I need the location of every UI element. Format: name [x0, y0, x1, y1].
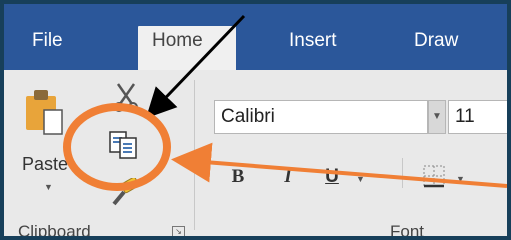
- paste-label: Paste: [22, 154, 69, 174]
- tab-draw[interactable]: Draw: [400, 26, 472, 70]
- clipboard-launcher-icon[interactable]: ↘: [172, 226, 185, 236]
- clipboard-group-label: Clipboard: [18, 222, 91, 236]
- app-frame: File Home Insert Draw Paste ▼ Clipboard …: [4, 4, 507, 236]
- paste-button[interactable]: Paste ▼: [22, 86, 69, 192]
- font-size-field[interactable]: 11: [448, 100, 507, 134]
- paste-icon: [26, 90, 63, 135]
- format-painter-icon[interactable]: [108, 178, 142, 208]
- underline-dropdown-caret[interactable]: ▼: [356, 174, 365, 184]
- underline-button[interactable]: U: [320, 166, 344, 188]
- tab-home[interactable]: Home: [138, 26, 236, 70]
- cut-icon[interactable]: [112, 82, 140, 112]
- font-name-field[interactable]: Calibri: [214, 100, 428, 134]
- copy-icon[interactable]: [108, 130, 142, 160]
- bold-button[interactable]: B: [226, 166, 250, 188]
- font-divider: [402, 158, 403, 188]
- ribbon-home: Paste ▼ Clipboard ↘ Calibri ▼ 11 B I U ▼…: [4, 70, 507, 236]
- font-group-label: Font: [390, 222, 425, 236]
- borders-icon[interactable]: [422, 164, 448, 190]
- group-divider: [194, 80, 195, 230]
- ribbon-tab-bar: File Home Insert Draw: [4, 4, 507, 70]
- tab-file[interactable]: File: [18, 26, 77, 70]
- tab-insert[interactable]: Insert: [275, 26, 351, 70]
- font-name-dropdown[interactable]: ▼: [428, 100, 446, 134]
- paste-dropdown-caret[interactable]: ▼: [44, 182, 53, 192]
- italic-button[interactable]: I: [276, 166, 300, 188]
- borders-dropdown-caret[interactable]: ▼: [456, 174, 465, 184]
